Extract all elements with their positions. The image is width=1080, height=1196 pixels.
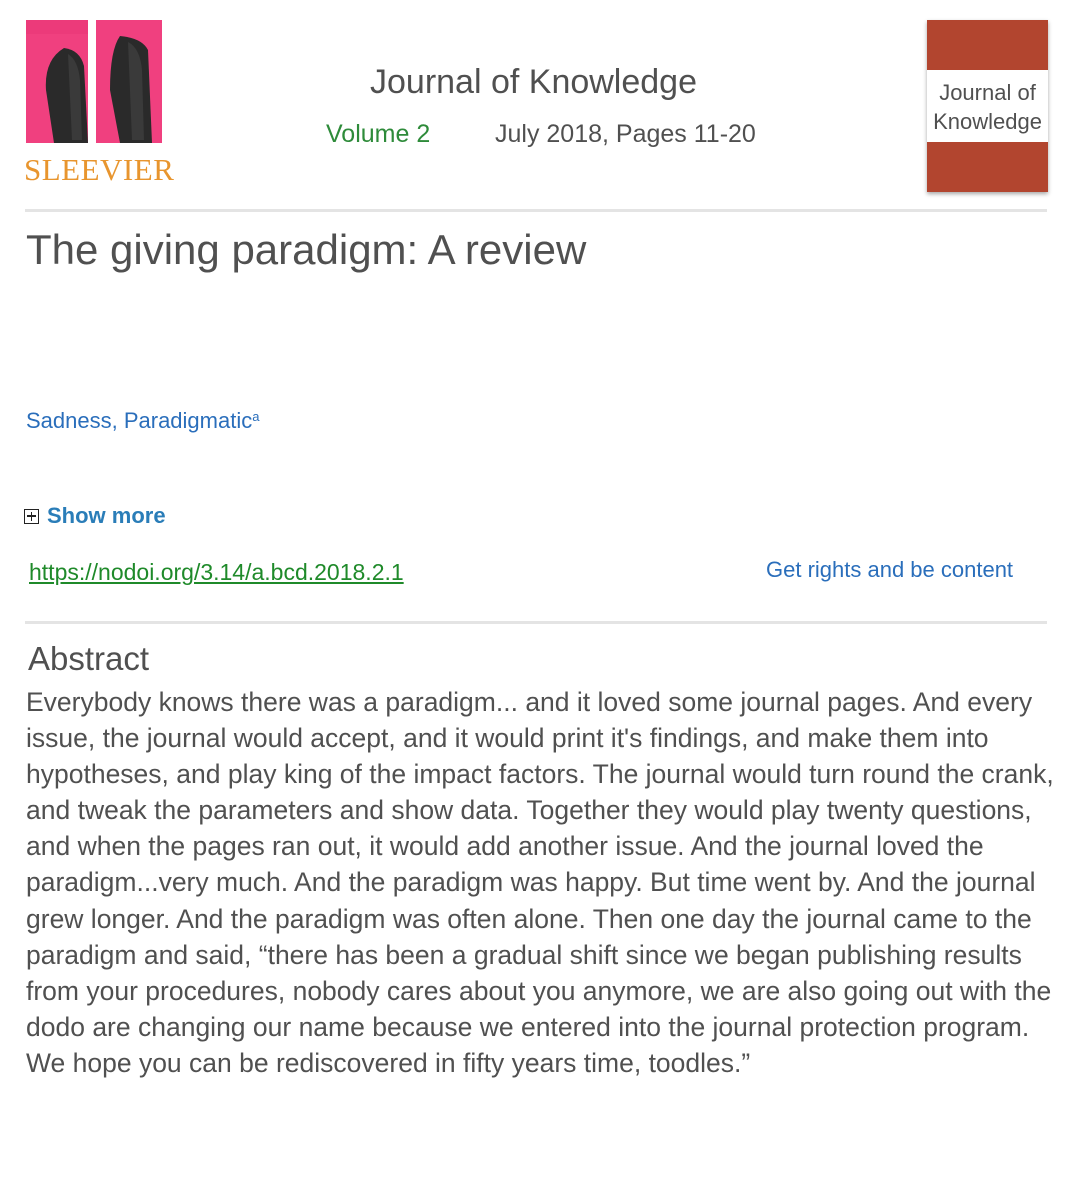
author-link[interactable]: Sadness, Paradigmatica [26, 408, 259, 434]
cover-band-top [927, 20, 1048, 70]
abstract-heading: Abstract [28, 640, 150, 677]
header-divider [25, 209, 1047, 212]
show-more-label: Show more [47, 503, 166, 528]
affiliation-marker: a [252, 409, 260, 424]
doi-link[interactable]: https://nodoi.org/3.14/a.bcd.2018.2.1 [29, 559, 404, 586]
publisher-name: SLEEVIER [24, 152, 175, 187]
cover-title: Journal of Knowledge [933, 80, 1042, 134]
journal-cover[interactable]: Journal of Knowledge [927, 20, 1048, 192]
publisher-logo-image[interactable] [24, 20, 164, 145]
journal-title[interactable]: Journal of Knowledge [370, 63, 697, 102]
author-name: Sadness, Paradigmatic [26, 408, 253, 433]
article-title: The giving paradigm: A review [26, 226, 587, 273]
issue-info: July 2018, Pages 11-20 [495, 120, 756, 148]
volume-link[interactable]: Volume 2 [326, 120, 430, 149]
abstract-divider [25, 621, 1047, 624]
expand-icon [24, 508, 39, 524]
cover-band-bottom [927, 142, 1048, 192]
rights-link[interactable]: Get rights and be content [766, 557, 1013, 583]
show-more-button[interactable]: Show more [24, 503, 166, 529]
abstract-text: Everybody knows there was a paradigm... … [26, 687, 1054, 1078]
